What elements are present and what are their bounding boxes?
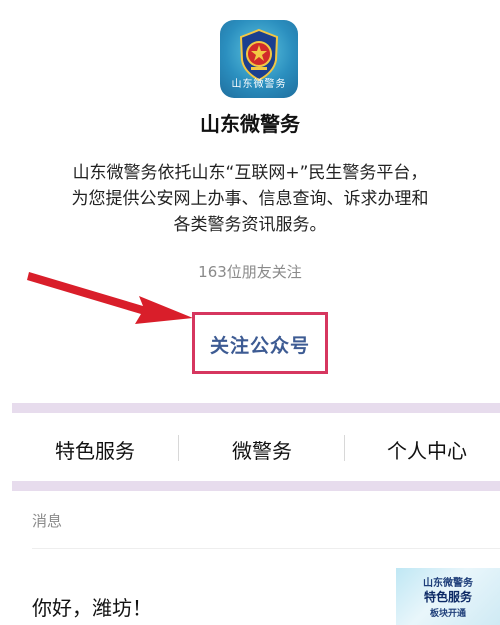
messages-section-label: 消息 [32,512,63,530]
thumbnail-line: 板块开通 [429,609,466,619]
avatar-caption: 山东微警务 [231,79,287,90]
bottom-menu: 特色服务 微警务 个人中心 [0,413,500,481]
description-line: 为您提供公安网上办事、信息查询、诉求办理和 [71,189,429,209]
follow-highlight-box: 关注公众号 [192,312,328,374]
account-name: 山东微警务 [200,112,300,136]
description-line: 各类警务资讯服务。 [173,215,327,235]
menu-divider [344,435,345,461]
menu-divider [178,435,179,461]
thumbnail-line: 山东微警务 [423,578,473,589]
menu-item-special-services[interactable]: 特色服务 [40,435,150,464]
message-title[interactable]: 你好，潍坊！ [32,592,152,621]
description-line: 山东微警务依托山东“互联网+”民生警务平台， [72,163,428,183]
red-arrow-icon [27,272,193,324]
account-avatar: 山东微警务 [220,20,298,98]
menu-item-personal-center[interactable]: 个人中心 [372,435,482,464]
messages-divider [32,548,500,549]
menu-item-micro-police[interactable]: 微警务 [207,435,317,464]
thumbnail-line: 特色服务 [423,590,472,604]
section-divider [12,481,500,491]
message-thumbnail[interactable]: 山东微警务 特色服务 板块开通 [396,568,500,625]
follow-account-button[interactable]: 关注公众号 [195,331,325,358]
section-divider [12,403,500,413]
